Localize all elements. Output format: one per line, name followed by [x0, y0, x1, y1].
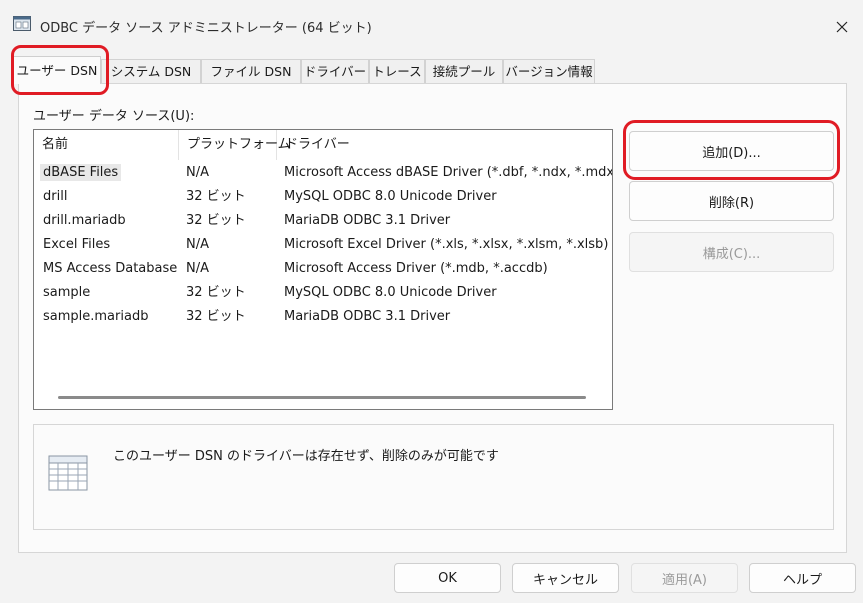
description-box: [33, 424, 834, 530]
dsn-name: dBASE Files: [40, 164, 122, 181]
column-header-platform[interactable]: プラットフォーム: [179, 130, 291, 160]
remove-button[interactable]: 削除(R): [629, 181, 834, 221]
dsn-list[interactable]: 名前 プラットフォーム ドライバー dBASE Files N/A Micros…: [33, 129, 613, 410]
dsn-driver: Microsoft Excel Driver (*.xls, *.xlsx, *…: [284, 237, 609, 252]
configure-button[interactable]: 構成(C)...: [629, 232, 834, 272]
dsn-driver: MariaDB ODBC 3.1 Driver: [284, 213, 451, 228]
window-title: ODBC データ ソース アドミニストレーター (64 ビット): [40, 21, 372, 36]
description-text: このユーザー DSN のドライバーは存在せず、削除のみが可能です: [113, 449, 499, 464]
dsn-name: sample: [43, 285, 91, 300]
apply-button[interactable]: 適用(A): [631, 563, 738, 593]
list-item[interactable]: drill 32 ビット MySQL ODBC 8.0 Unicode Driv…: [34, 185, 612, 209]
data-source-icon: [48, 455, 88, 491]
close-icon: [836, 21, 848, 33]
dsn-platform: 32 ビット: [186, 309, 246, 324]
dsn-driver: Microsoft Access dBASE Driver (*.dbf, *.…: [284, 165, 612, 180]
dsn-driver: MySQL ODBC 8.0 Unicode Driver: [284, 285, 497, 300]
dsn-name: Excel Files: [43, 237, 111, 252]
tab-tracing[interactable]: トレース: [369, 59, 425, 83]
dsn-name: sample.mariadb: [43, 309, 149, 324]
dsn-platform: 32 ビット: [186, 285, 246, 300]
odbc-admin-window: ODBC データ ソース アドミニストレーター (64 ビット) ユーザー DS…: [0, 0, 863, 603]
tab-connection-pooling[interactable]: 接続プール: [425, 59, 503, 83]
dsn-platform: N/A: [186, 165, 209, 180]
dsn-name: drill: [43, 189, 68, 204]
dsn-driver: MySQL ODBC 8.0 Unicode Driver: [284, 189, 497, 204]
dsn-platform: N/A: [186, 261, 209, 276]
column-header-name[interactable]: 名前: [34, 130, 179, 160]
list-item[interactable]: drill.mariadb 32 ビット MariaDB ODBC 3.1 Dr…: [34, 209, 612, 233]
dsn-name: MS Access Database: [43, 261, 178, 276]
dsn-name: drill.mariadb: [43, 213, 126, 228]
odbc-app-icon: [13, 16, 31, 31]
close-button[interactable]: [828, 13, 856, 41]
dsn-platform: 32 ビット: [186, 213, 246, 228]
tab-file-dsn[interactable]: ファイル DSN: [201, 59, 301, 83]
tab-system-dsn[interactable]: システム DSN: [101, 59, 201, 83]
dsn-driver: MariaDB ODBC 3.1 Driver: [284, 309, 451, 324]
list-header: 名前 プラットフォーム ドライバー: [34, 130, 612, 160]
list-item[interactable]: MS Access Database N/A Microsoft Access …: [34, 257, 612, 281]
list-item[interactable]: sample 32 ビット MySQL ODBC 8.0 Unicode Dri…: [34, 281, 612, 305]
dsn-driver: Microsoft Access Driver (*.mdb, *.accdb): [284, 261, 548, 276]
cancel-button[interactable]: キャンセル: [512, 563, 619, 593]
dsn-platform: N/A: [186, 237, 209, 252]
tab-drivers[interactable]: ドライバー: [301, 59, 369, 83]
tab-user-dsn[interactable]: ユーザー DSN: [13, 56, 101, 84]
dsn-platform: 32 ビット: [186, 189, 246, 204]
add-button[interactable]: 追加(D)...: [629, 131, 834, 171]
list-item[interactable]: Excel Files N/A Microsoft Excel Driver (…: [34, 233, 612, 257]
horizontal-scrollbar[interactable]: [58, 396, 586, 399]
user-data-sources-label: ユーザー データ ソース(U):: [33, 109, 195, 124]
column-header-driver[interactable]: ドライバー: [277, 130, 612, 160]
tab-about[interactable]: バージョン情報: [503, 59, 595, 83]
list-item[interactable]: sample.mariadb 32 ビット MariaDB ODBC 3.1 D…: [34, 305, 612, 329]
list-item[interactable]: dBASE Files N/A Microsoft Access dBASE D…: [34, 161, 612, 185]
help-button[interactable]: ヘルプ: [749, 563, 856, 593]
ok-button[interactable]: OK: [394, 563, 501, 593]
title-bar: ODBC データ ソース アドミニストレーター (64 ビット): [0, 0, 863, 44]
